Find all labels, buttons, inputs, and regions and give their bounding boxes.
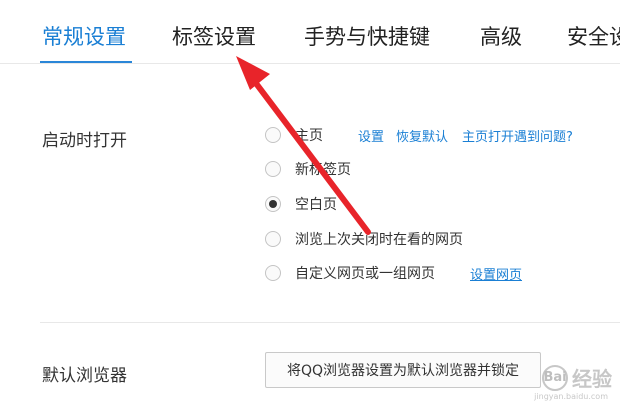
watermark-logo-icon: Bai [542,364,568,391]
watermark-text: 经验 [572,367,612,391]
radio-blank-page-label[interactable]: 空白页 [295,194,337,214]
startup-option-blank[interactable]: 空白页 [265,193,337,215]
homepage-settings-link[interactable]: 设置 [358,126,384,145]
tabbar-divider [0,63,620,64]
radio-last-session-label[interactable]: 浏览上次关闭时在看的网页 [295,229,463,249]
homepage-problem-link[interactable]: 主页打开遇到问题? [462,126,573,145]
tab-advanced[interactable]: 高级 [480,22,522,52]
tab-gestures-shortcuts[interactable]: 手势与快捷键 [304,22,430,52]
tab-general[interactable]: 常规设置 [42,22,126,52]
startup-option-new-tab[interactable]: 新标签页 [265,158,351,180]
startup-option-last-session[interactable]: 浏览上次关闭时在看的网页 [265,228,463,250]
custom-pages-settings-link[interactable]: 设置网页 [470,264,522,283]
restore-default-link[interactable]: 恢复默认 [396,126,448,145]
radio-new-tab[interactable] [265,161,281,177]
radio-homepage[interactable] [265,127,281,143]
startup-section-label: 启动时打开 [42,131,127,151]
watermark: Bai 经验 jingyan.baidu.com [534,363,612,401]
default-browser-label: 默认浏览器 [42,366,127,386]
radio-blank-page[interactable] [265,196,281,212]
radio-new-tab-label[interactable]: 新标签页 [295,159,351,179]
startup-option-custom[interactable]: 自定义网页或一组网页 设置网页 [265,262,522,284]
radio-custom-pages[interactable] [265,265,281,281]
radio-last-session[interactable] [265,231,281,247]
section-divider [40,322,620,323]
tab-security[interactable]: 安全设 [567,22,620,52]
set-default-browser-button[interactable]: 将QQ浏览器设置为默认浏览器并锁定 [265,352,541,388]
radio-homepage-label[interactable]: 主页 [295,125,323,145]
tab-tabs[interactable]: 标签设置 [172,22,256,52]
radio-custom-pages-label[interactable]: 自定义网页或一组网页 [295,263,435,283]
startup-option-homepage[interactable]: 主页 设置 恢复默认 主页打开遇到问题? [265,124,573,146]
settings-tabbar: 常规设置 标签设置 手势与快捷键 高级 安全设 [0,0,620,64]
